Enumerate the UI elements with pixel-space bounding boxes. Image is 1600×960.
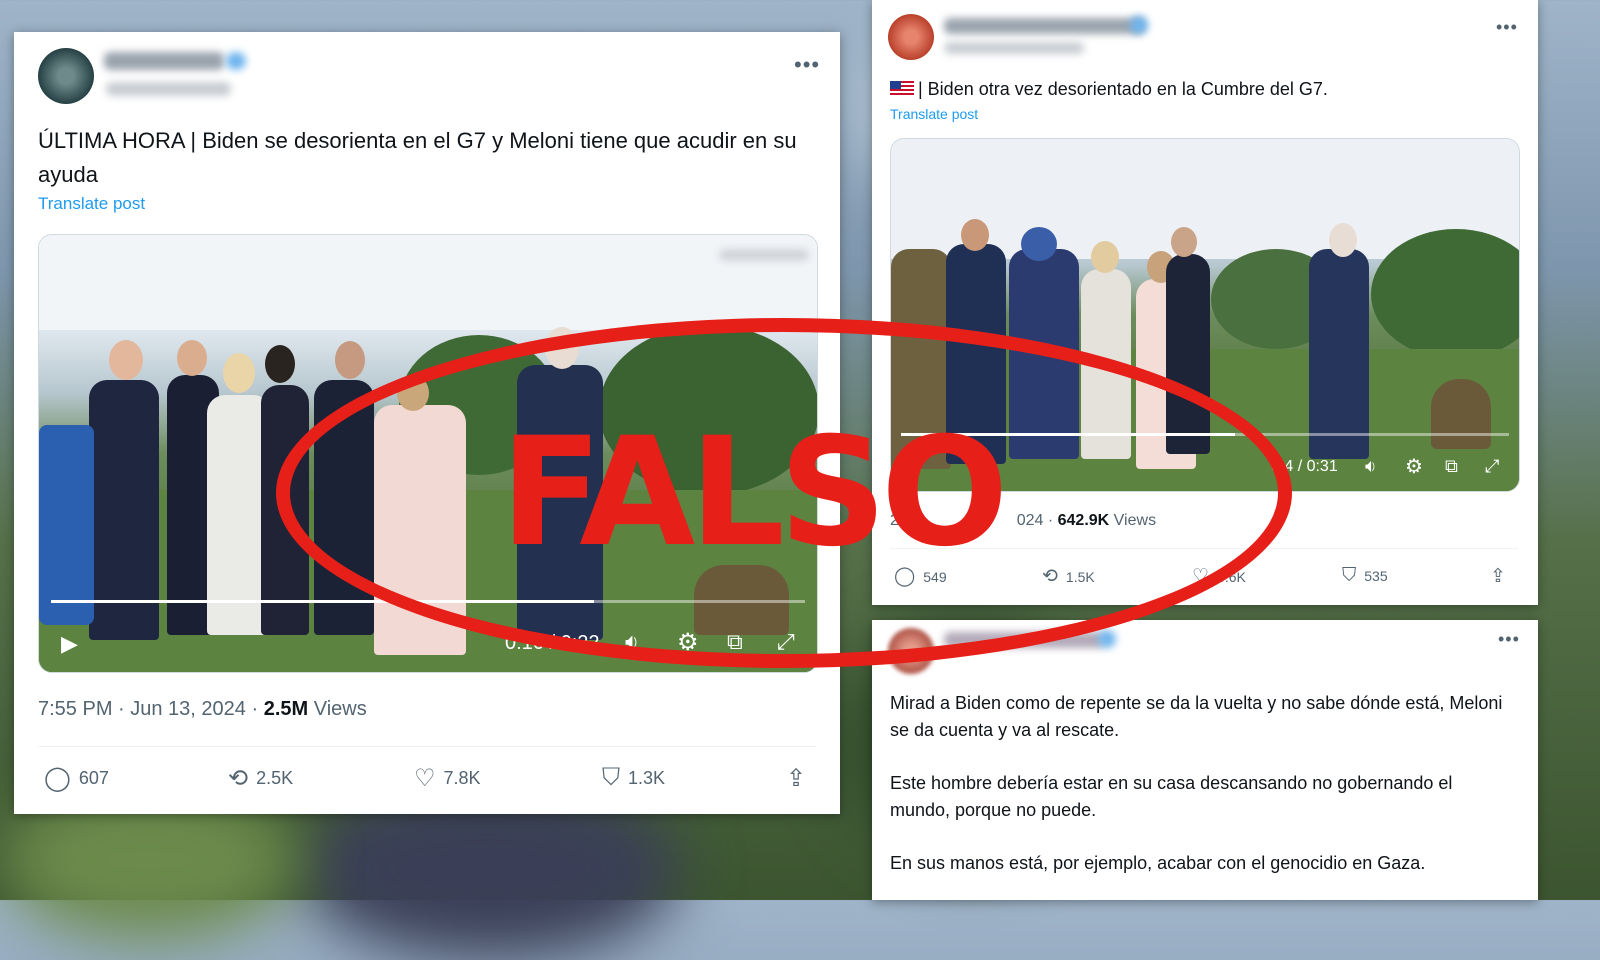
- bookmark-count: 1.3K: [628, 767, 666, 788]
- post-paragraph: Mirad a Biden como de repente se da la v…: [890, 693, 1503, 740]
- more-icon[interactable]: •••: [1496, 18, 1518, 36]
- pip-icon[interactable]: ⧉: [1445, 457, 1458, 475]
- reply-icon: ◯: [44, 765, 71, 792]
- person-figure: [39, 425, 94, 625]
- person-head: [961, 219, 989, 251]
- falso-stamp-text: FALSO: [500, 406, 1008, 580]
- video-sky: [39, 235, 817, 330]
- share-button[interactable]: ⇪: [1490, 565, 1506, 588]
- view-count: 2.5M: [263, 698, 309, 720]
- volume-icon[interactable]: 🔉︎: [1365, 457, 1376, 475]
- right-bottom-post-card: ••• Mirad a Biden como de repente se da …: [872, 620, 1538, 900]
- person-head: [1171, 227, 1197, 257]
- person-head: [223, 353, 255, 393]
- translate-post-link[interactable]: Translate post: [38, 194, 145, 214]
- repost-count: 2.5K: [256, 768, 294, 788]
- bookmark-icon: ⛉: [602, 764, 620, 791]
- share-button[interactable]: ⇪: [786, 764, 806, 793]
- blurred-handle: [106, 82, 231, 96]
- more-icon[interactable]: •••: [1498, 630, 1520, 648]
- post-text: | Biden otra vez desorientado en la Cumb…: [918, 79, 1328, 99]
- person-head: [1021, 227, 1057, 261]
- share-icon: ⇪: [1490, 566, 1506, 587]
- blurred-username[interactable]: [104, 52, 224, 70]
- repost-icon: ⟲: [228, 765, 249, 792]
- reply-count: 607: [78, 768, 109, 788]
- bookmark-button[interactable]: ⛉ 1.3K: [602, 764, 665, 792]
- video-watermark: [719, 249, 809, 261]
- person-figure: [1431, 379, 1491, 449]
- post-paragraph: Este hombre debería estar en su casa des…: [890, 773, 1453, 820]
- more-icon[interactable]: •••: [794, 54, 820, 76]
- post-paragraph: En sus manos está, por ejemplo, acabar c…: [890, 853, 1426, 873]
- post-text: ÚLTIMA HORA | Biden se desorienta en el …: [38, 128, 797, 187]
- translate-post-link[interactable]: Translate post: [890, 106, 978, 122]
- blurred-username[interactable]: [944, 18, 1144, 34]
- bookmark-button[interactable]: ⛉ 535: [1342, 565, 1388, 587]
- person-head: [265, 345, 295, 383]
- post-date[interactable]: 7:55 PM · Jun 13, 2024 ·: [38, 698, 258, 720]
- bookmark-count: 535: [1364, 568, 1388, 584]
- verified-badge: [226, 52, 246, 70]
- us-flag-icon: [890, 81, 914, 96]
- play-icon[interactable]: ▶: [61, 633, 78, 655]
- person-head: [1091, 241, 1119, 273]
- person-head: [335, 341, 365, 379]
- avatar[interactable]: [888, 14, 934, 60]
- person-head: [109, 340, 143, 380]
- reply-button[interactable]: ◯ 607: [44, 764, 109, 793]
- share-icon: ⇪: [786, 765, 807, 792]
- gear-icon[interactable]: ⚙︎: [1405, 457, 1423, 477]
- post-timestamp: 7:55 PM · Jun 13, 2024 · 2.5M Views: [38, 698, 367, 721]
- like-button[interactable]: ♡ 7.8K: [414, 764, 481, 793]
- divider: [38, 746, 816, 747]
- fullscreen-icon[interactable]: ⤢: [1485, 457, 1499, 475]
- person-head: [177, 340, 207, 376]
- verified-badge: [1098, 630, 1116, 648]
- views-label: Views: [313, 698, 367, 720]
- verified-badge: [1130, 16, 1148, 34]
- bookmark-icon: ⛉: [1342, 565, 1357, 586]
- repost-button[interactable]: ⟲ 2.5K: [228, 764, 293, 793]
- tree: [1371, 229, 1519, 359]
- blurred-handle: [944, 42, 1084, 54]
- person-figure: [1309, 249, 1369, 459]
- like-icon: ♡: [414, 765, 436, 792]
- like-count: 7.8K: [443, 768, 481, 788]
- avatar[interactable]: [38, 48, 94, 104]
- person-head: [1329, 223, 1357, 257]
